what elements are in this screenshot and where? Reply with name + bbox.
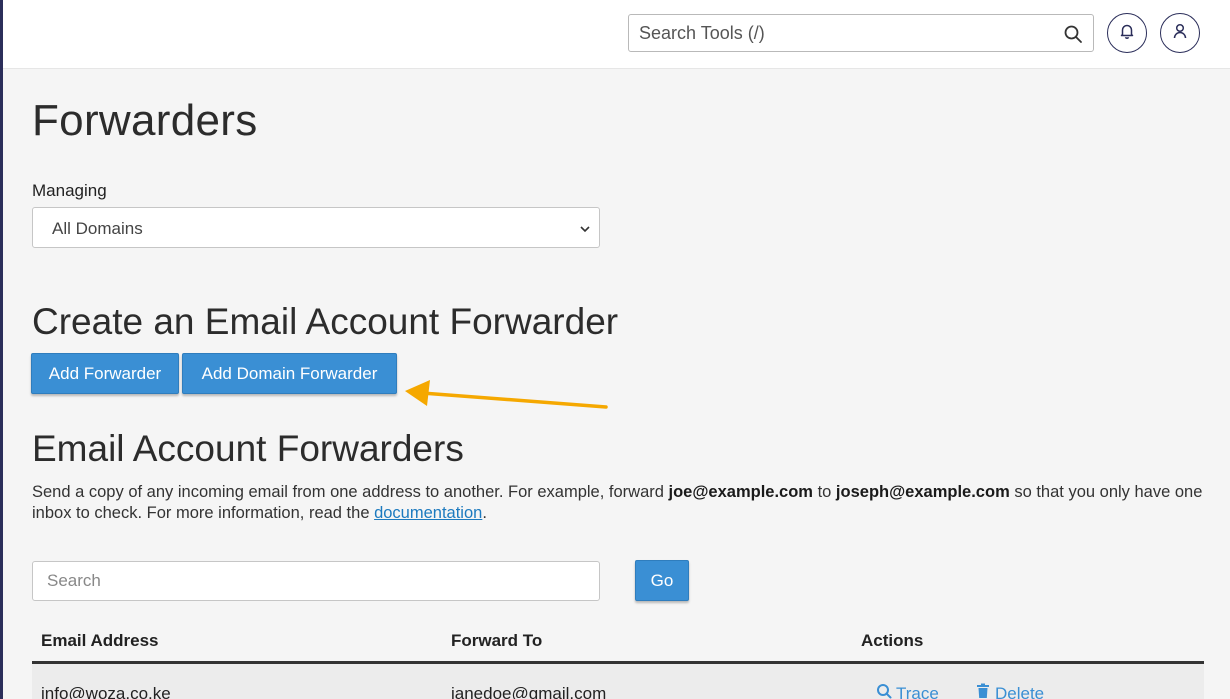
magnifier-icon [876, 683, 892, 699]
search-tools-input[interactable] [630, 16, 1050, 50]
managing-label: Managing [32, 181, 107, 200]
trace-label: Trace [896, 683, 939, 699]
top-bar [3, 0, 1230, 69]
row-email-address: info@woza.co.ke [41, 684, 171, 699]
email-forwarders-heading: Email Account Forwarders [32, 428, 464, 469]
documentation-link[interactable]: documentation [374, 504, 482, 522]
search-icon[interactable] [1063, 24, 1083, 44]
desc-text: . [482, 504, 487, 522]
desc-text: Send a copy of any incoming email from o… [32, 483, 669, 501]
table-header: Email Address Forward To Actions [32, 620, 1204, 664]
column-header-email[interactable]: Email Address [41, 631, 158, 651]
user-icon [1171, 22, 1189, 45]
delete-link[interactable]: Delete [975, 683, 1044, 699]
page-title: Forwarders [32, 96, 258, 145]
add-forwarder-button[interactable]: Add Forwarder [31, 353, 179, 394]
add-domain-forwarder-button[interactable]: Add Domain Forwarder [182, 353, 397, 394]
domain-select[interactable]: All Domains [32, 207, 600, 248]
domain-select-value: All Domains [52, 219, 143, 238]
left-rail [0, 0, 3, 699]
desc-example-target: joseph@example.com [835, 483, 1010, 501]
table-row: info@woza.co.ke janedoe@gmail.com Trace … [32, 664, 1204, 699]
go-button[interactable]: Go [635, 560, 689, 601]
trace-link[interactable]: Trace [876, 683, 939, 699]
notifications-button[interactable] [1107, 13, 1147, 53]
desc-text: to [812, 483, 836, 501]
row-forward-to: janedoe@gmail.com [451, 684, 607, 699]
column-header-forward-to[interactable]: Forward To [451, 631, 542, 651]
annotation-arrow [405, 380, 608, 409]
create-forwarder-heading: Create an Email Account Forwarder [32, 301, 619, 342]
search-tools-field[interactable] [628, 14, 1094, 52]
delete-label: Delete [995, 683, 1045, 699]
forwarder-search-input[interactable] [33, 562, 599, 600]
desc-example-email: joe@example.com [668, 483, 813, 501]
forwarder-search-field[interactable] [32, 561, 600, 601]
chevron-down-icon [579, 222, 591, 234]
trash-icon [975, 683, 991, 699]
forwarders-description: Send a copy of any incoming email from o… [32, 482, 1212, 524]
column-header-actions: Actions [861, 631, 924, 650]
bell-icon [1118, 22, 1136, 45]
user-menu-button[interactable] [1160, 13, 1200, 53]
